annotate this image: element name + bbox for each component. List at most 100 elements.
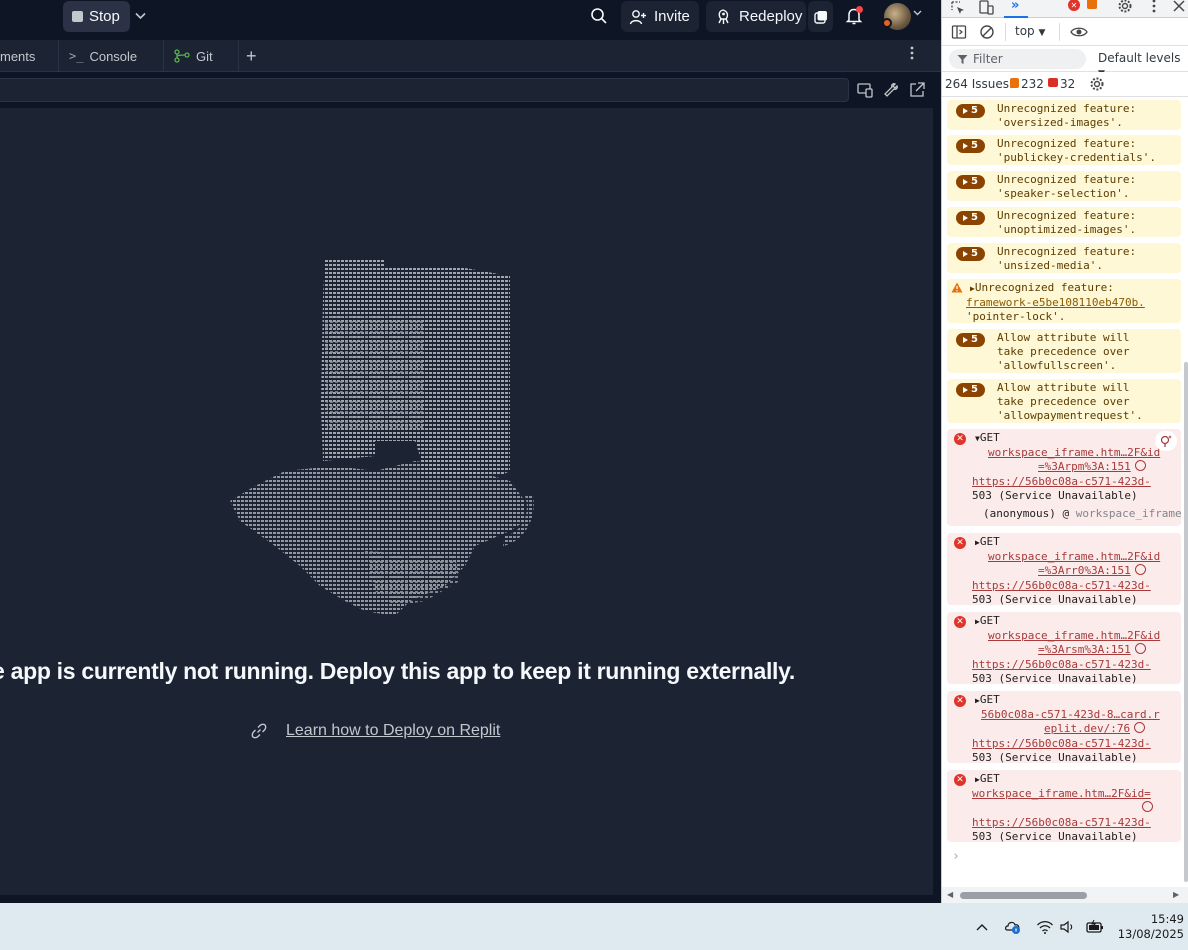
learn-deploy-link[interactable]: Learn how to Deploy on Replit: [286, 722, 500, 740]
error-status: 503 (Service Unavailable): [972, 488, 1138, 502]
volume-icon[interactable]: [1059, 919, 1077, 935]
request-url-link[interactable]: https://56b0c08a-c571-423d-: [972, 816, 1181, 830]
more-panels-icon[interactable]: »: [1011, 0, 1019, 13]
onedrive-info-icon[interactable]: [1004, 919, 1022, 935]
account-chevron-icon[interactable]: [913, 8, 922, 19]
console-prompt-icon[interactable]: ›: [952, 849, 960, 864]
stack-source-link[interactable]: workspace_iframe.: [1076, 507, 1188, 520]
source-link[interactable]: workspace_iframe.htm…2F&id=: [972, 787, 1181, 801]
error-method-line: ▶GET: [975, 614, 1181, 629]
source-link[interactable]: workspace_iframe.htm…2F&id: [988, 550, 1181, 564]
error-status: 503 (Service Unavailable): [972, 671, 1138, 685]
run-options-chevron-icon[interactable]: [133, 6, 147, 26]
request-url-link[interactable]: https://56b0c08a-c571-423d-: [972, 737, 1181, 751]
customize-menu-icon[interactable]: [1146, 0, 1162, 14]
console-error[interactable]: ✕ ▶GET workspace_iframe.htm…2F&id =%3Arr…: [947, 533, 1181, 606]
wrench-icon[interactable]: [882, 81, 900, 99]
console-warning-group[interactable]: 5 Unrecognized feature: 'unsized-media'.: [947, 243, 1181, 273]
network-request-icon[interactable]: [1134, 643, 1146, 655]
console-warning-group[interactable]: 5 Unrecognized feature: 'publickey-crede…: [947, 135, 1181, 165]
source-link[interactable]: 56b0c08a-c571-423d-8…card.r: [981, 708, 1181, 722]
clear-console-icon[interactable]: [979, 24, 995, 40]
scrollbar-thumb[interactable]: [960, 892, 1087, 899]
devtools-tabbar: » ✕: [942, 0, 1188, 18]
issue-warning-icon: [1010, 78, 1019, 88]
source-link[interactable]: eplit.dev/:76: [1044, 722, 1130, 735]
url-input[interactable]: [0, 78, 849, 102]
context-selector[interactable]: top ▼: [1015, 24, 1045, 38]
console-error[interactable]: ✕ ▶GET workspace_iframe.htm…2F&id =%3Ars…: [947, 612, 1181, 685]
context-label: top: [1015, 24, 1035, 38]
repeat-count-badge: 5: [956, 211, 985, 225]
devices-icon[interactable]: [856, 81, 874, 99]
tab-console[interactable]: >_ Console: [59, 40, 164, 72]
show-hidden-icons-chevron-icon[interactable]: [973, 919, 991, 935]
warning-line: 'unoptimized-images'.: [997, 223, 1137, 237]
battery-charging-icon[interactable]: [1086, 919, 1104, 935]
network-request-icon[interactable]: [1134, 722, 1146, 734]
count-label: 5: [971, 139, 978, 151]
repeat-count-badge: 5: [956, 139, 985, 153]
scroll-left-icon[interactable]: ◀: [947, 890, 953, 899]
warning-count-icon[interactable]: [1087, 0, 1097, 9]
tab-deployments[interactable]: ments: [0, 40, 59, 72]
console-error[interactable]: ✕ ▶GET workspace_iframe.htm…2F&id= https…: [947, 770, 1181, 843]
error-count-icon[interactable]: ✕: [1068, 0, 1080, 11]
filter-input[interactable]: Filter: [949, 49, 1086, 69]
scrollbar-thumb[interactable]: [1184, 362, 1188, 882]
console-error[interactable]: ✕ ▶GET 56b0c08a-c571-423d-8…card.r eplit…: [947, 691, 1181, 764]
request-url-link[interactable]: https://56b0c08a-c571-423d-: [972, 579, 1181, 593]
console-warning-group[interactable]: 5 Unrecognized feature: 'unoptimized-ima…: [947, 207, 1181, 237]
inspect-element-icon[interactable]: [950, 0, 966, 16]
stack-frame: (anonymous) @ workspace_iframe.: [983, 507, 1188, 521]
close-icon[interactable]: [1171, 0, 1187, 14]
stop-button[interactable]: Stop: [63, 1, 130, 32]
warning-line: 'unsized-media'.: [997, 259, 1103, 273]
console-warning-group[interactable]: 5 Allow attribute will take precedence o…: [947, 329, 1181, 373]
open-in-new-tab-icon[interactable]: [908, 81, 926, 99]
console-warning-group[interactable]: 5 Unrecognized feature: 'speaker-selecti…: [947, 171, 1181, 201]
source-link[interactable]: workspace_iframe.htm…2F&id: [988, 446, 1181, 460]
invite-button[interactable]: Invite: [621, 1, 699, 32]
preview-scrollbar[interactable]: [933, 108, 941, 895]
error-method: GET: [979, 431, 1000, 444]
wifi-icon[interactable]: [1036, 919, 1054, 935]
request-url-link[interactable]: https://56b0c08a-c571-423d-: [972, 658, 1181, 672]
add-tab-icon[interactable]: +: [246, 46, 257, 67]
warning-line: take precedence over: [997, 345, 1130, 359]
network-request-icon[interactable]: [1142, 801, 1153, 813]
replit-topbar: Stop Invite Redeploy: [0, 0, 941, 40]
tab-git[interactable]: Git: [164, 40, 239, 72]
filter-icon: [957, 55, 968, 64]
network-request-icon[interactable]: [1134, 460, 1146, 472]
device-toolbar-icon[interactable]: [978, 0, 994, 16]
source-link[interactable]: =%3Arr0%3A:151: [1038, 564, 1131, 577]
issues-info-count[interactable]: 32: [1060, 77, 1075, 91]
live-expression-eye-icon[interactable]: [1070, 24, 1088, 40]
console-warning-group[interactable]: 5 Allow attribute will take precedence o…: [947, 379, 1181, 423]
sidebar-toggle-icon[interactable]: [951, 24, 967, 40]
scroll-right-icon[interactable]: ▶: [1173, 890, 1179, 899]
console-warning[interactable]: ▶Unrecognized feature: framework-e5be108…: [947, 279, 1181, 323]
request-url-link[interactable]: https://56b0c08a-c571-423d-: [972, 475, 1181, 489]
more-options-icon[interactable]: [910, 46, 914, 63]
warning-line: 'allowpaymentrequest'.: [997, 409, 1143, 423]
insights-lightbulb-icon[interactable]: [1155, 431, 1177, 451]
console-vertical-scrollbar[interactable]: [1183, 97, 1188, 887]
system-clock[interactable]: 15:49 13/08/2025: [1110, 912, 1184, 942]
console-error[interactable]: ✕ ▼GET workspace_iframe.htm…2F&id =%3Arp…: [947, 429, 1188, 526]
search-icon[interactable]: [588, 5, 610, 27]
deployments-pane-button[interactable]: [808, 1, 833, 32]
network-request-icon[interactable]: [1134, 564, 1146, 576]
console-warning-group[interactable]: 5 Unrecognized feature: 'oversized-image…: [947, 100, 1181, 130]
source-link[interactable]: =%3Arpm%3A:151: [1038, 460, 1131, 473]
source-link[interactable]: workspace_iframe.htm…2F&id: [988, 629, 1181, 643]
issues-warn-count[interactable]: 232: [1021, 77, 1044, 91]
issues-settings-gear-icon[interactable]: [1089, 76, 1105, 92]
redeploy-button[interactable]: Redeploy: [706, 1, 806, 32]
console-horizontal-scrollbar[interactable]: ◀ ▶: [942, 887, 1188, 903]
source-link[interactable]: framework-e5be108110eb470b.: [966, 296, 1181, 310]
source-link[interactable]: =%3Arsm%3A:151: [1038, 643, 1131, 656]
settings-gear-icon[interactable]: [1117, 0, 1133, 14]
count-label: 5: [971, 383, 978, 395]
